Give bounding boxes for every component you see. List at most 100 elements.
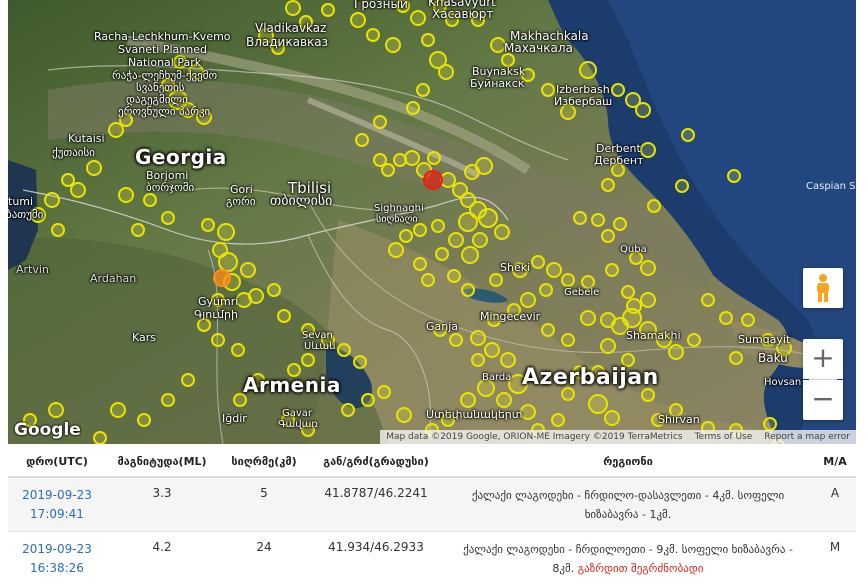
earthquake-marker[interactable] bbox=[302, 354, 314, 366]
earthquake-marker[interactable] bbox=[479, 209, 497, 227]
earthquake-marker[interactable] bbox=[232, 344, 244, 356]
earthquake-marker[interactable] bbox=[676, 180, 688, 192]
earthquake-marker[interactable] bbox=[702, 294, 714, 306]
earthquake-marker[interactable] bbox=[540, 284, 552, 296]
earthquake-marker[interactable] bbox=[462, 284, 474, 296]
earthquake-marker[interactable] bbox=[562, 334, 574, 346]
earthquake-marker[interactable] bbox=[286, 1, 300, 15]
earthquake-marker[interactable] bbox=[182, 374, 194, 386]
earthquake-marker[interactable] bbox=[119, 188, 133, 202]
earthquake-marker[interactable] bbox=[614, 218, 626, 230]
earthquake-marker[interactable] bbox=[592, 214, 604, 226]
earthquake-marker[interactable] bbox=[414, 258, 426, 270]
zoom-out-button[interactable]: − bbox=[803, 380, 843, 420]
earthquake-marker[interactable] bbox=[612, 84, 624, 96]
earthquake-marker[interactable] bbox=[501, 353, 515, 367]
earthquake-marker[interactable] bbox=[411, 11, 425, 25]
earthquake-marker[interactable] bbox=[648, 200, 660, 212]
earthquake-marker[interactable] bbox=[448, 270, 460, 282]
earthquake-marker[interactable] bbox=[622, 286, 634, 298]
earthquake-marker[interactable] bbox=[338, 344, 350, 356]
earthquake-map[interactable]: Грозный Khasavyurt Хасавюрт Vladikavkaz … bbox=[8, 0, 856, 444]
earthquake-marker[interactable] bbox=[219, 253, 237, 271]
earthquake-marker[interactable] bbox=[362, 394, 374, 406]
earthquake-marker[interactable] bbox=[367, 29, 379, 41]
earthquake-marker[interactable] bbox=[52, 224, 64, 236]
earthquake-marker[interactable] bbox=[241, 263, 255, 277]
earthquake-marker[interactable] bbox=[742, 314, 754, 326]
earthquake-marker[interactable] bbox=[218, 224, 234, 240]
earthquake-marker[interactable] bbox=[417, 84, 429, 96]
earthquake-marker[interactable] bbox=[580, 62, 596, 78]
earthquake-marker[interactable] bbox=[562, 274, 574, 286]
earthquake-marker[interactable] bbox=[495, 225, 509, 239]
earthquake-marker[interactable] bbox=[45, 193, 59, 207]
zoom-in-button[interactable]: + bbox=[803, 339, 843, 379]
earthquake-marker[interactable] bbox=[552, 414, 564, 426]
earthquake-marker[interactable] bbox=[432, 220, 444, 232]
event-date-link[interactable]: 2019-09-23 bbox=[9, 486, 105, 505]
earthquake-marker[interactable] bbox=[405, 151, 419, 165]
earthquake-marker[interactable] bbox=[162, 394, 174, 406]
earthquake-marker[interactable] bbox=[71, 183, 85, 197]
earthquake-marker[interactable] bbox=[356, 134, 368, 146]
earthquake-marker[interactable] bbox=[589, 395, 607, 413]
earthquake-marker[interactable] bbox=[400, 230, 412, 242]
earthquake-marker[interactable] bbox=[636, 103, 650, 117]
terms-link[interactable]: Terms of Use bbox=[695, 432, 753, 442]
earthquake-marker[interactable] bbox=[472, 354, 484, 366]
report-error-link[interactable]: Report a map error bbox=[764, 432, 850, 442]
earthquake-marker[interactable] bbox=[382, 164, 394, 176]
earthquake-marker[interactable] bbox=[109, 123, 123, 137]
recent-earthquake-marker[interactable] bbox=[424, 171, 442, 189]
earthquake-marker[interactable] bbox=[497, 393, 511, 407]
time-cell[interactable]: 2019-09-23 16:38:26 bbox=[8, 532, 106, 585]
earthquake-marker[interactable] bbox=[354, 356, 366, 368]
earthquake-marker[interactable] bbox=[428, 152, 440, 164]
earthquake-marker[interactable] bbox=[764, 418, 776, 430]
earthquake-marker[interactable] bbox=[461, 393, 475, 407]
earthquake-marker[interactable] bbox=[322, 4, 334, 16]
earthquake-marker[interactable] bbox=[602, 179, 614, 191]
earthquake-marker[interactable] bbox=[720, 312, 732, 324]
earthquake-marker[interactable] bbox=[414, 224, 426, 236]
earthquake-marker[interactable] bbox=[132, 224, 144, 236]
earthquake-marker[interactable] bbox=[542, 324, 554, 336]
earthquake-marker[interactable] bbox=[144, 194, 156, 206]
earthquake-marker[interactable] bbox=[407, 102, 419, 114]
earthquake-marker[interactable] bbox=[439, 65, 453, 79]
earthquake-marker[interactable] bbox=[471, 331, 485, 345]
earthquake-marker[interactable] bbox=[521, 405, 535, 419]
earthquake-marker[interactable] bbox=[688, 334, 700, 346]
event-time-link[interactable]: 16:38:26 bbox=[9, 559, 105, 578]
earthquake-marker[interactable] bbox=[532, 256, 544, 268]
earthquake-marker[interactable] bbox=[351, 13, 365, 27]
earthquake-marker[interactable] bbox=[542, 84, 554, 96]
earthquake-marker[interactable] bbox=[606, 264, 618, 276]
earthquake-marker[interactable] bbox=[278, 310, 290, 322]
earthquake-marker[interactable] bbox=[386, 38, 400, 52]
earthquake-marker[interactable] bbox=[397, 408, 411, 422]
earthquake-marker[interactable] bbox=[581, 311, 595, 325]
event-date-link[interactable]: 2019-09-23 bbox=[9, 540, 105, 559]
earthquake-marker[interactable] bbox=[94, 432, 106, 444]
earthquake-marker[interactable] bbox=[491, 38, 505, 52]
earthquake-marker[interactable] bbox=[138, 414, 150, 426]
earthquake-marker[interactable] bbox=[730, 352, 742, 364]
earthquake-marker[interactable] bbox=[485, 343, 499, 357]
earthquake-marker[interactable] bbox=[490, 274, 502, 286]
earthquake-marker[interactable] bbox=[601, 339, 615, 353]
earthquake-marker[interactable] bbox=[394, 154, 406, 166]
earthquake-marker[interactable] bbox=[605, 411, 619, 425]
earthquake-marker[interactable] bbox=[87, 161, 101, 175]
earthquake-marker[interactable] bbox=[602, 230, 614, 242]
earthquake-marker[interactable] bbox=[669, 345, 683, 359]
earthquake-marker[interactable] bbox=[547, 263, 561, 277]
earthquake-marker[interactable] bbox=[473, 233, 487, 247]
event-time-link[interactable]: 17:09:41 bbox=[9, 505, 105, 524]
earthquake-marker[interactable] bbox=[111, 403, 125, 417]
earthquake-marker[interactable] bbox=[249, 289, 263, 303]
earthquake-marker[interactable] bbox=[268, 284, 280, 296]
time-cell[interactable]: 2019-09-23 17:09:41 bbox=[8, 477, 106, 532]
earthquake-marker[interactable] bbox=[162, 212, 174, 224]
